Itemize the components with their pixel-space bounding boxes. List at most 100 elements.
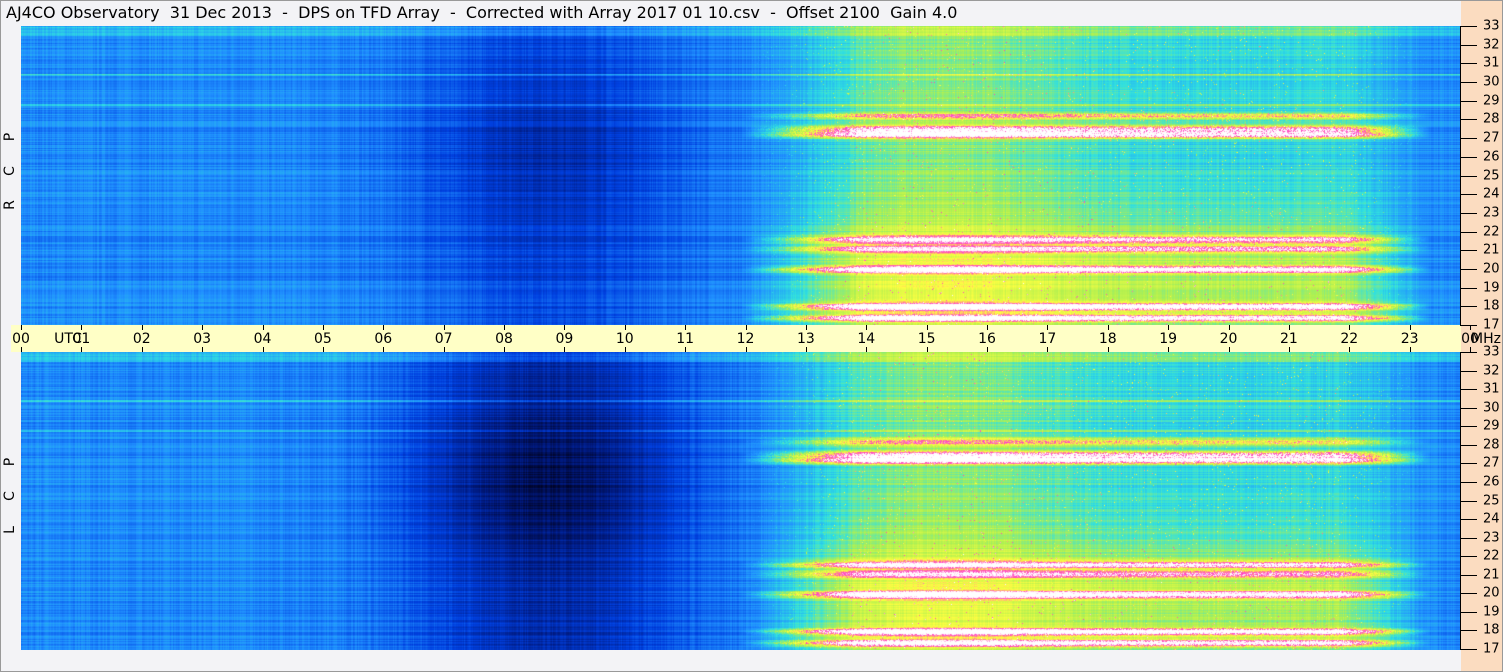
rcp-spectrogram (21, 26, 1460, 325)
y-tick-label: 22 (1483, 224, 1500, 240)
lcp-spectrogram (21, 352, 1460, 650)
y-tick-label: 21 (1483, 567, 1500, 583)
x-tick (1409, 347, 1411, 352)
y-tick-label: 20 (1483, 261, 1500, 277)
x-tick (987, 347, 988, 352)
x-tick-label: 16 (978, 331, 996, 347)
y-tick-label: 27 (1483, 130, 1500, 146)
x-tick (504, 325, 505, 330)
y-tick (1460, 537, 1477, 539)
y-tick-label: 17 (1483, 641, 1500, 657)
x-tick (745, 347, 747, 352)
y-tick (1460, 500, 1477, 502)
y-tick (1460, 268, 1477, 270)
x-tick (564, 325, 566, 330)
y-tick (1460, 231, 1477, 233)
rcp-label: P C R (2, 120, 18, 222)
y-tick-label: 21 (1483, 242, 1500, 258)
y-tick-label: 23 (1483, 205, 1500, 221)
x-tick-label: 10 (615, 331, 634, 347)
x-tick (926, 325, 928, 330)
y-tick (1460, 481, 1477, 483)
y-tick (1460, 649, 1477, 650)
y-tick-label: 30 (1483, 74, 1500, 90)
y-tick-label: 31 (1483, 55, 1500, 71)
y-tick (1460, 138, 1477, 140)
x-tick (866, 325, 868, 330)
x-tick-label: 21 (1279, 331, 1298, 347)
x-tick-label: 19 (1159, 331, 1178, 347)
y-tick (1460, 194, 1477, 196)
x-tick (21, 325, 22, 330)
y-tick-label: 28 (1483, 111, 1500, 127)
x-tick-label: 23 (1400, 331, 1419, 347)
x-tick (745, 325, 747, 330)
x-tick-label: 11 (676, 331, 695, 347)
x-tick-label: 14 (857, 331, 876, 347)
y-tick-label: 26 (1483, 474, 1500, 490)
y-tick (1460, 463, 1477, 465)
y-tick-label: 29 (1483, 93, 1500, 109)
x-tick (262, 347, 264, 352)
y-tick (1460, 82, 1477, 84)
x-tick (443, 325, 445, 330)
x-tick (202, 325, 204, 330)
x-tick (202, 347, 204, 352)
y-tick (1460, 630, 1477, 632)
time-axis: 00 01 02 03 04 05 06 07 08 09 10 11 12 13 14 15 16 17 18 19… (11, 325, 1501, 352)
x-tick-label: 18 (1098, 331, 1117, 347)
y-tick-label: 18 (1483, 298, 1500, 314)
y-tick-label: 20 (1483, 585, 1500, 601)
y-tick-label: 32 (1483, 363, 1500, 379)
y-tick-label: 32 (1483, 37, 1500, 53)
x-tick (685, 347, 687, 352)
y-tick-label: 33 (1483, 344, 1500, 360)
x-tick (926, 347, 928, 352)
x-tick (866, 347, 868, 352)
y-tick-label: 24 (1483, 186, 1500, 202)
x-tick (1168, 347, 1170, 352)
x-tick (262, 325, 264, 330)
y-tick (1460, 519, 1477, 521)
x-tick (1349, 347, 1351, 352)
y-tick-label: 30 (1483, 400, 1500, 416)
y-tick (1460, 175, 1477, 177)
x-tick (383, 325, 385, 330)
y-tick (1460, 444, 1477, 446)
y-tick (1460, 593, 1477, 595)
x-tick (443, 347, 445, 352)
y-tick (1460, 63, 1477, 65)
x-tick (987, 325, 988, 330)
y-tick-label: 27 (1483, 455, 1500, 471)
y-tick (1460, 119, 1477, 121)
y-tick (1460, 156, 1477, 158)
y-tick (1460, 250, 1477, 252)
y-tick-label: 22 (1483, 548, 1500, 564)
x-tick-label: 07 (434, 331, 453, 347)
x-tick (1349, 325, 1351, 330)
y-tick (1460, 556, 1477, 558)
y-tick-label: 19 (1483, 280, 1500, 296)
y-tick (1460, 325, 1477, 326)
y-tick-label: 26 (1483, 149, 1500, 165)
x-tick (322, 347, 324, 352)
y-tick-label: 19 (1483, 604, 1500, 620)
x-tick (1047, 325, 1049, 330)
x-tick (1107, 347, 1109, 352)
x-tick-label: 17 (1038, 331, 1057, 347)
x-tick (504, 347, 505, 352)
x-tick-label: 20 (1219, 331, 1238, 347)
y-tick-label: 17 (1483, 317, 1500, 333)
y-tick-label: 25 (1483, 493, 1500, 508)
x-tick (624, 325, 626, 330)
x-tick-label: 12 (736, 331, 755, 347)
y-tick (1460, 574, 1477, 576)
y-tick (1460, 44, 1477, 46)
x-tick (805, 325, 807, 330)
x-tick-label: 02 (132, 331, 151, 347)
x-tick-label: 09 (555, 331, 574, 347)
y-tick (1460, 26, 1477, 27)
x-tick (81, 347, 83, 352)
y-tick (1460, 100, 1477, 102)
y-tick (1460, 352, 1477, 353)
